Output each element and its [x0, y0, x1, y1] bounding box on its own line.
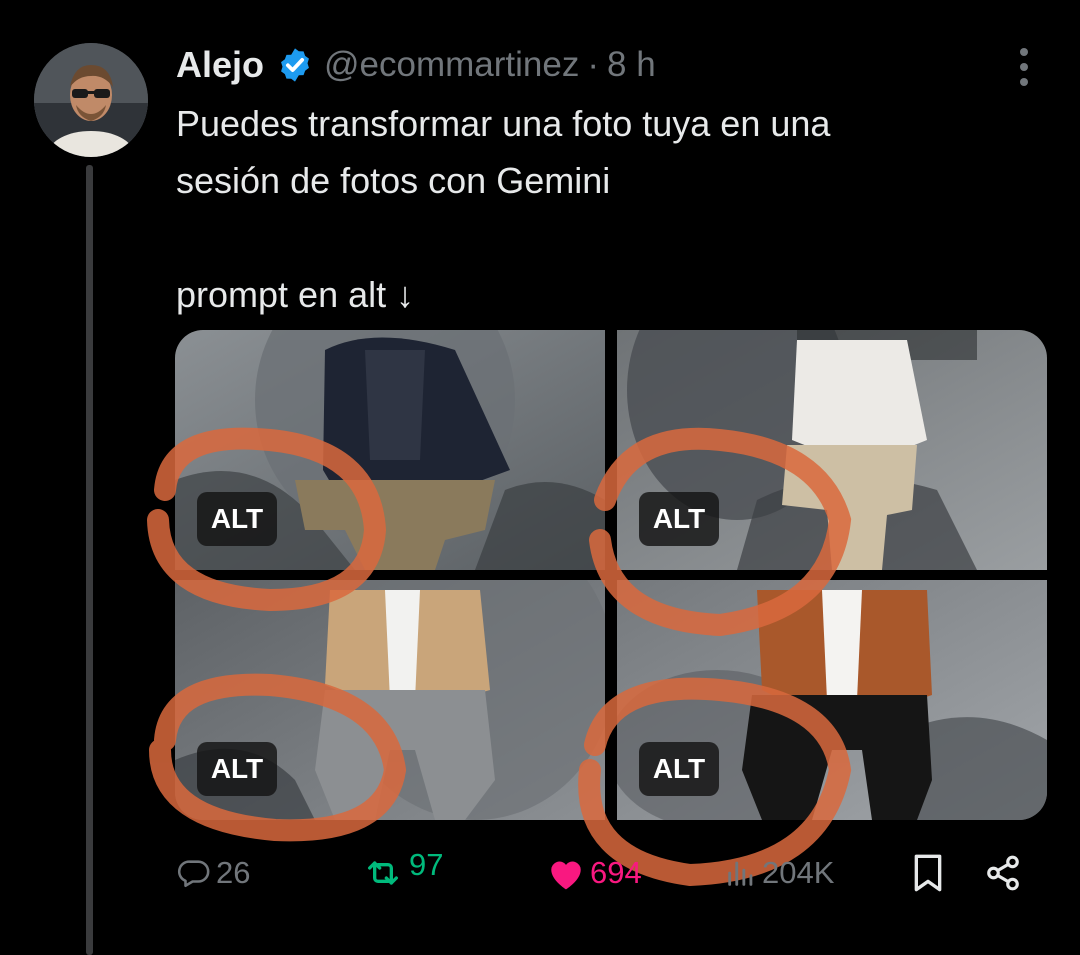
tweet-text: Puedes transformar una foto tuya en una …	[176, 95, 1056, 323]
reply-button[interactable]: 26	[176, 848, 250, 898]
repost-button[interactable]: 97	[361, 840, 443, 890]
tweet-header: Alejo @ecommartinez · 8 h	[176, 40, 656, 90]
like-count: 694	[590, 855, 642, 890]
tweet-line-1: Puedes transformar una foto tuya en una	[176, 103, 831, 144]
action-bar: 26 97 694 204K	[176, 847, 1056, 898]
avatar[interactable]	[34, 43, 148, 157]
header-separator: ·	[587, 45, 599, 84]
bookmark-icon	[914, 854, 942, 892]
share-icon	[987, 855, 1019, 891]
like-button[interactable]: 694	[546, 848, 642, 898]
media-image-4[interactable]: ALT	[617, 580, 1047, 820]
media-image-1[interactable]: ALT	[175, 330, 605, 570]
tweet-line-2: sesión de fotos con Gemini	[176, 160, 611, 201]
views-button[interactable]: 204K	[724, 848, 834, 898]
alt-badge[interactable]: ALT	[639, 492, 719, 546]
avatar-photo	[34, 43, 148, 157]
media-grid: ALT ALT ALT ALT	[175, 330, 1047, 820]
thread-line	[86, 165, 93, 955]
heart-icon	[551, 861, 581, 890]
media-image-3[interactable]: ALT	[175, 580, 605, 820]
verified-badge-icon	[281, 48, 309, 82]
post-time[interactable]: 8 h	[607, 45, 656, 85]
share-button[interactable]	[984, 848, 1022, 898]
author-handle[interactable]: @ecommartinez	[324, 45, 579, 85]
reply-count: 26	[216, 855, 251, 890]
alt-badge[interactable]: ALT	[639, 742, 719, 796]
views-count: 204K	[762, 855, 835, 890]
views-chart-icon	[728, 861, 753, 886]
reply-icon	[177, 860, 210, 888]
repost-count: 97	[409, 847, 444, 882]
tweet-line-3: prompt en alt ↓	[176, 274, 415, 315]
author-name[interactable]: Alejo	[176, 44, 264, 86]
repost-icon	[368, 861, 398, 885]
bookmark-button[interactable]	[911, 848, 945, 898]
alt-badge[interactable]: ALT	[197, 742, 277, 796]
alt-badge[interactable]: ALT	[197, 492, 277, 546]
media-image-2[interactable]: ALT	[617, 330, 1047, 570]
more-options-icon[interactable]	[1015, 48, 1033, 86]
